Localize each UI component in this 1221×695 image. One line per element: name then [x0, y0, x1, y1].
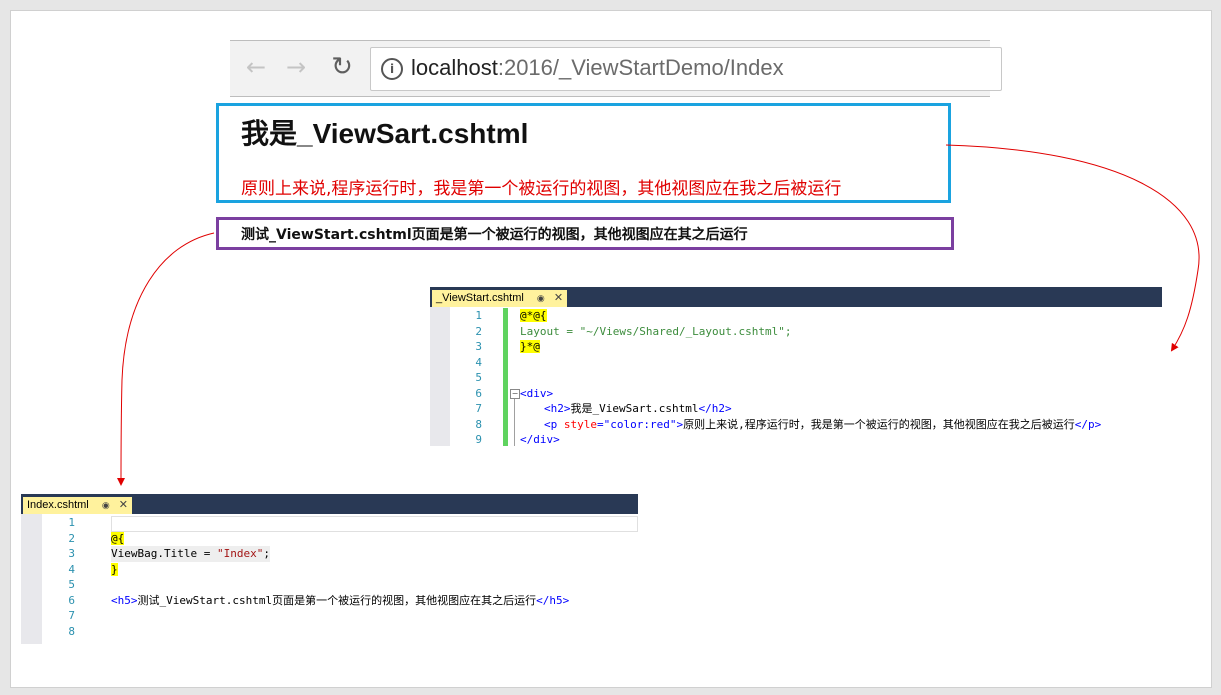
url-host: localhost — [411, 55, 498, 80]
url-text[interactable]: localhost:2016/_ViewStartDemo/Index — [411, 55, 784, 81]
line-number: 2 — [68, 531, 75, 545]
razor-block-close: } — [111, 562, 118, 576]
line-number: 4 — [475, 355, 482, 369]
reload-icon[interactable]: ↻ — [328, 53, 356, 81]
razor-comment-close: }*@ — [520, 340, 540, 353]
line-number: 4 — [68, 562, 75, 576]
tab-index[interactable]: Index.cshtml ◉ ✕ — [23, 497, 132, 514]
razor-comment-open: @*@{ — [520, 309, 547, 322]
title-string: "Index" — [216, 547, 264, 560]
index-output-box: 测试_ViewStart.cshtml页面是第一个被运行的视图，其他视图应在其之… — [216, 217, 954, 250]
line-number: 7 — [68, 609, 75, 622]
p-open-tag: <p — [544, 417, 564, 431]
editor-margin — [21, 514, 42, 644]
fold-guide — [514, 399, 515, 446]
div-close-tag: </div> — [520, 433, 560, 446]
line-number: 8 — [475, 417, 482, 431]
forward-arrow-icon[interactable]: → — [282, 53, 310, 81]
line-number: 6 — [68, 593, 75, 607]
p-style-attr: style — [563, 417, 597, 431]
index-editor: Index.cshtml ◉ ✕ 1 2 3 4 5 6 7 8 @{ View… — [21, 494, 638, 644]
code-line-9[interactable]: </div> — [520, 432, 560, 446]
div-open-tag: <div> — [520, 386, 554, 400]
close-icon[interactable]: ✕ — [554, 290, 563, 307]
address-bar[interactable]: i localhost:2016/_ViewStartDemo/Index — [370, 47, 1002, 91]
viewbag-title: ViewBag.Title = — [111, 547, 217, 560]
index-heading: 测试_ViewStart.cshtml页面是第一个被运行的视图，其他视图应在其之… — [241, 227, 748, 243]
line-number: 5 — [475, 371, 482, 384]
code-line-8[interactable]: <p style="color:red">原则上来说,程序运行时，我是第一个被运… — [544, 417, 1101, 433]
change-indicator-bar — [503, 308, 508, 446]
code-line-4[interactable]: } — [111, 562, 118, 578]
code-line-3[interactable]: }*@ — [520, 339, 540, 355]
editor-tabbar: _ViewStart.cshtml ◉ ✕ — [430, 287, 1162, 307]
layout-paragraph: 原则上来说,程序运行时，我是第一个被运行的视图，其他视图应在我之后被运行 — [241, 179, 842, 199]
h2-close-tag: </h2> — [698, 402, 732, 415]
viewstart-editor: _ViewStart.cshtml ◉ ✕ 1 2 3 4 5 6 7 8 9 … — [430, 287, 1162, 446]
editor-tabbar: Index.cshtml ◉ ✕ — [21, 494, 638, 514]
tab-label: Index.cshtml — [27, 499, 89, 511]
pin-icon[interactable]: ◉ — [102, 497, 110, 514]
tab-label: _ViewStart.cshtml — [436, 292, 524, 304]
current-line-highlight — [111, 516, 638, 532]
code-line-2[interactable]: Layout = "~/Views/Shared/_Layout.cshtml"… — [520, 324, 792, 340]
line-number: 7 — [475, 402, 482, 415]
h5-open-tag: <h5> — [111, 593, 138, 607]
line-number: 2 — [475, 324, 482, 338]
browser-toolbar: ← → ↻ i localhost:2016/_ViewStartDemo/In… — [230, 40, 1002, 97]
tab-viewstart[interactable]: _ViewStart.cshtml ◉ ✕ — [432, 290, 568, 307]
p-text: 原则上来说,程序运行时，我是第一个被运行的视图，其他视图应在我之后被运行 — [683, 417, 1075, 431]
back-arrow-icon[interactable]: ← — [242, 53, 270, 81]
code-line-3[interactable]: ViewBag.Title = "Index"; — [111, 546, 270, 562]
h5-text: 测试_ViewStart.cshtml页面是第一个被运行的视图，其他视图应在其之… — [137, 593, 537, 607]
line-number: 5 — [68, 578, 75, 591]
semicolon: ; — [263, 547, 270, 560]
h5-close-tag: </h5> — [536, 593, 570, 607]
line-number: 1 — [475, 309, 482, 322]
code-line-6[interactable]: <h5>测试_ViewStart.cshtml页面是第一个被运行的视图，其他视图… — [111, 593, 569, 609]
layout-heading: 我是_ViewSart.cshtml — [241, 118, 529, 149]
p-style-value: "color:red" — [603, 417, 677, 431]
url-path: :2016/_ViewStartDemo/Index — [497, 55, 784, 80]
razor-block-open: @{ — [111, 531, 125, 545]
line-number: 1 — [68, 516, 75, 529]
code-line-7[interactable]: <h2>我是_ViewSart.cshtml</h2> — [544, 401, 732, 417]
h2-open-tag: <h2> — [544, 402, 571, 415]
code-line-1[interactable]: @*@{ — [520, 308, 547, 324]
pin-icon[interactable]: ◉ — [537, 290, 545, 307]
p-close-tag: </p> — [1074, 417, 1102, 431]
collapse-toggle-icon[interactable]: − — [510, 389, 520, 399]
editor-margin — [430, 307, 450, 446]
close-icon[interactable]: ✕ — [119, 497, 128, 514]
line-number: 8 — [68, 624, 75, 638]
p-eq: = — [597, 417, 604, 431]
code-line-2[interactable]: @{ — [111, 531, 125, 547]
h2-text: 我是_ViewSart.cshtml — [570, 402, 699, 415]
line-number: 9 — [475, 433, 482, 446]
layout-output-box: 我是_ViewSart.cshtml 原则上来说,程序运行时，我是第一个被运行的… — [216, 103, 951, 203]
line-number: 3 — [68, 547, 75, 560]
layout-assignment: Layout = "~/Views/Shared/_Layout.cshtml"… — [520, 324, 792, 338]
line-number: 6 — [475, 386, 482, 400]
line-number: 3 — [475, 340, 482, 353]
info-icon[interactable]: i — [381, 58, 403, 80]
code-line-6[interactable]: <div> — [520, 386, 553, 402]
